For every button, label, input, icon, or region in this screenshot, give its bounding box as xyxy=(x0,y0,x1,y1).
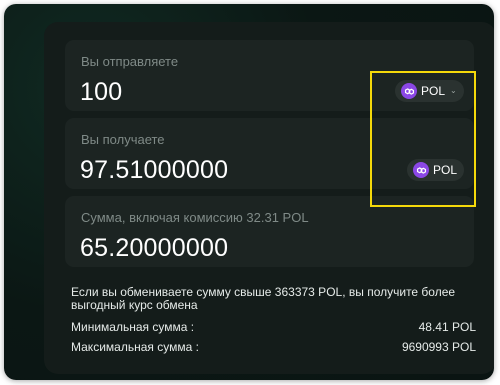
receive-amount-value: 97.51000000 xyxy=(80,156,229,184)
max-amount-label: Максимальная сумма : xyxy=(71,340,199,354)
total-with-fee-label: Сумма, включая комиссию 32.31 POL xyxy=(81,210,309,225)
total-with-fee-value: 65.20000000 xyxy=(80,234,229,262)
max-amount-value: 9690993 POL xyxy=(401,340,476,354)
app-window: Вы отправляете 100 Вы получаете 97.51000… xyxy=(4,4,494,380)
receive-label: Вы получаете xyxy=(81,132,165,147)
send-label: Вы отправляете xyxy=(81,54,179,69)
send-amount-input[interactable]: 100 xyxy=(80,78,122,107)
better-rate-note: Если вы обмениваете сумму свыше 363373 P… xyxy=(71,285,456,312)
min-amount-label: Минимальная сумма : xyxy=(71,320,195,334)
min-amount-value: 48.41 POL xyxy=(418,320,476,334)
highlight-box xyxy=(370,71,476,207)
